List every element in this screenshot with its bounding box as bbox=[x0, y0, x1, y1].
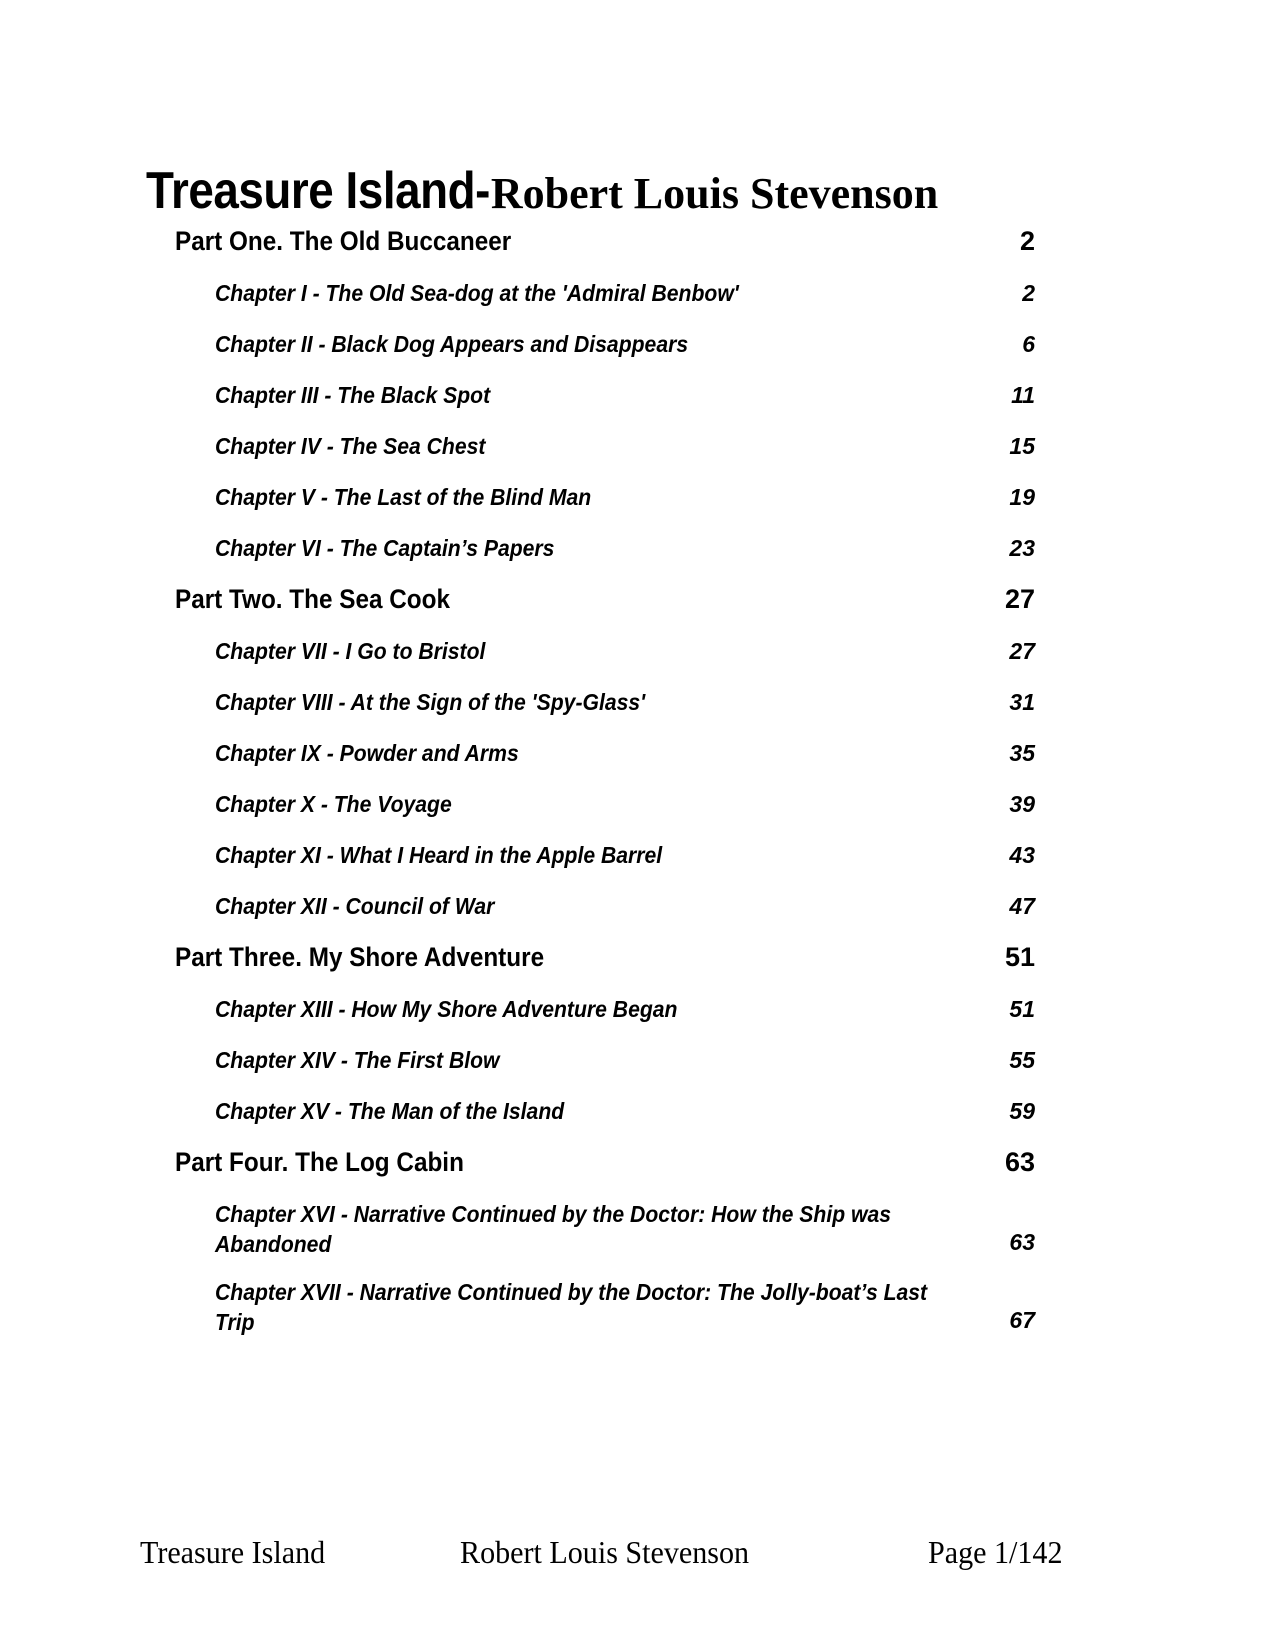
toc-part-row[interactable]: Part One. The Old Buccaneer 2 bbox=[0, 226, 1275, 278]
toc-chapter-title[interactable]: Chapter VII - I Go to Bristol bbox=[215, 636, 942, 666]
toc-chapter-row[interactable]: Chapter V - The Last of the Blind Man 19 bbox=[0, 482, 1275, 533]
toc-chapter-row[interactable]: Chapter II - Black Dog Appears and Disap… bbox=[0, 329, 1275, 380]
toc-part-row[interactable]: Part Three. My Shore Adventure 51 bbox=[0, 942, 1275, 994]
toc-part-page-number: 2 bbox=[1019, 226, 1035, 256]
toc-part-title[interactable]: Part Four. The Log Cabin bbox=[175, 1147, 464, 1177]
toc-chapter-page-number: 35 bbox=[1009, 740, 1035, 766]
title-book-name: Treasure Island- bbox=[146, 162, 490, 221]
toc-chapter-title[interactable]: Chapter XI - What I Heard in the Apple B… bbox=[215, 840, 942, 870]
toc-chapter-row[interactable]: Chapter XIV - The First Blow 55 bbox=[0, 1045, 1275, 1096]
toc-chapter-page-number: 67 bbox=[1009, 1307, 1035, 1333]
toc-part-title[interactable]: Part One. The Old Buccaneer bbox=[175, 226, 511, 256]
toc-chapter-page-number: 55 bbox=[1009, 1047, 1035, 1073]
toc-chapter-row[interactable]: Chapter XIII - How My Shore Adventure Be… bbox=[0, 994, 1275, 1045]
toc-part-page-number: 27 bbox=[1004, 584, 1035, 614]
toc-chapter-page-number: 43 bbox=[1009, 842, 1035, 868]
toc-chapter-title[interactable]: Chapter XVI - Narrative Continued by the… bbox=[215, 1199, 942, 1259]
page-title: Treasure Island-Robert Louis Stevenson bbox=[146, 165, 1106, 217]
toc-chapter-row[interactable]: Chapter XVI - Narrative Continued by the… bbox=[0, 1199, 1275, 1277]
toc-chapter-page-number: 31 bbox=[1009, 689, 1035, 715]
toc-chapter-title[interactable]: Chapter IX - Powder and Arms bbox=[215, 738, 942, 768]
toc-chapter-title[interactable]: Chapter III - The Black Spot bbox=[215, 380, 942, 410]
toc-chapter-title[interactable]: Chapter VIII - At the Sign of the 'Spy-G… bbox=[215, 687, 942, 717]
toc-chapter-row[interactable]: Chapter VI - The Captain’s Papers 23 bbox=[0, 533, 1275, 584]
toc-chapter-row[interactable]: Chapter XII - Council of War 47 bbox=[0, 891, 1275, 942]
toc-chapter-title[interactable]: Chapter XIV - The First Blow bbox=[215, 1045, 942, 1075]
toc-part-page-number: 51 bbox=[1004, 942, 1035, 972]
toc-chapter-page-number: 59 bbox=[1009, 1098, 1035, 1124]
toc-part-title[interactable]: Part Three. My Shore Adventure bbox=[175, 942, 544, 972]
toc-part-row[interactable]: Part Two. The Sea Cook 27 bbox=[0, 584, 1275, 636]
toc-chapter-title[interactable]: Chapter XIII - How My Shore Adventure Be… bbox=[215, 994, 942, 1024]
toc-chapter-row[interactable]: Chapter I - The Old Sea-dog at the 'Admi… bbox=[0, 278, 1275, 329]
toc-chapter-row[interactable]: Chapter XV - The Man of the Island 59 bbox=[0, 1096, 1275, 1147]
toc-chapter-row[interactable]: Chapter III - The Black Spot 11 bbox=[0, 380, 1275, 431]
toc-chapter-title[interactable]: Chapter X - The Voyage bbox=[215, 789, 942, 819]
toc-chapter-page-number: 51 bbox=[1009, 996, 1035, 1022]
toc-chapter-row[interactable]: Chapter X - The Voyage 39 bbox=[0, 789, 1275, 840]
toc-chapter-page-number: 63 bbox=[1009, 1229, 1035, 1255]
toc-chapter-title[interactable]: Chapter IV - The Sea Chest bbox=[215, 431, 942, 461]
table-of-contents: Part One. The Old Buccaneer 2 Chapter I - … bbox=[0, 226, 1275, 1355]
toc-chapter-page-number: 27 bbox=[1009, 638, 1035, 664]
footer-author: Robert Louis Stevenson bbox=[460, 1534, 750, 1570]
toc-chapter-page-number: 15 bbox=[1009, 433, 1035, 459]
toc-chapter-page-number: 2 bbox=[1022, 280, 1035, 306]
toc-chapter-title[interactable]: Chapter V - The Last of the Blind Man bbox=[215, 482, 942, 512]
toc-chapter-row[interactable]: Chapter VII - I Go to Bristol 27 bbox=[0, 636, 1275, 687]
toc-chapter-title[interactable]: Chapter XV - The Man of the Island bbox=[215, 1096, 942, 1126]
toc-part-page-number: 63 bbox=[1004, 1147, 1035, 1177]
toc-chapter-title[interactable]: Chapter I - The Old Sea-dog at the 'Admi… bbox=[215, 278, 942, 308]
toc-part-row[interactable]: Part Four. The Log Cabin 63 bbox=[0, 1147, 1275, 1199]
page-footer: Treasure Island Robert Louis Stevenson P… bbox=[0, 1532, 1275, 1582]
title-author-name: Robert Louis Stevenson bbox=[490, 169, 939, 219]
toc-chapter-row[interactable]: Chapter IX - Powder and Arms 35 bbox=[0, 738, 1275, 789]
toc-chapter-title[interactable]: Chapter XII - Council of War bbox=[215, 891, 942, 921]
toc-chapter-title[interactable]: Chapter VI - The Captain’s Papers bbox=[215, 533, 942, 563]
toc-chapter-page-number: 47 bbox=[1009, 893, 1035, 919]
toc-chapter-title[interactable]: Chapter XVII - Narrative Continued by th… bbox=[215, 1277, 942, 1337]
toc-chapter-page-number: 39 bbox=[1009, 791, 1035, 817]
toc-chapter-title[interactable]: Chapter II - Black Dog Appears and Disap… bbox=[215, 329, 942, 359]
footer-book-title: Treasure Island bbox=[140, 1534, 326, 1570]
toc-chapter-row[interactable]: Chapter VIII - At the Sign of the 'Spy-G… bbox=[0, 687, 1275, 738]
toc-chapter-row[interactable]: Chapter XI - What I Heard in the Apple B… bbox=[0, 840, 1275, 891]
toc-chapter-page-number: 6 bbox=[1022, 331, 1035, 357]
toc-chapter-page-number: 19 bbox=[1009, 484, 1035, 510]
document-page: Treasure Island-Robert Louis Stevenson P… bbox=[0, 0, 1275, 1650]
toc-chapter-row[interactable]: Chapter XVII - Narrative Continued by th… bbox=[0, 1277, 1275, 1355]
footer-page-number: Page 1/142 bbox=[928, 1534, 1063, 1570]
toc-part-title[interactable]: Part Two. The Sea Cook bbox=[175, 584, 450, 614]
toc-chapter-row[interactable]: Chapter IV - The Sea Chest 15 bbox=[0, 431, 1275, 482]
toc-chapter-page-number: 11 bbox=[1011, 382, 1035, 408]
toc-chapter-page-number: 23 bbox=[1009, 535, 1035, 561]
